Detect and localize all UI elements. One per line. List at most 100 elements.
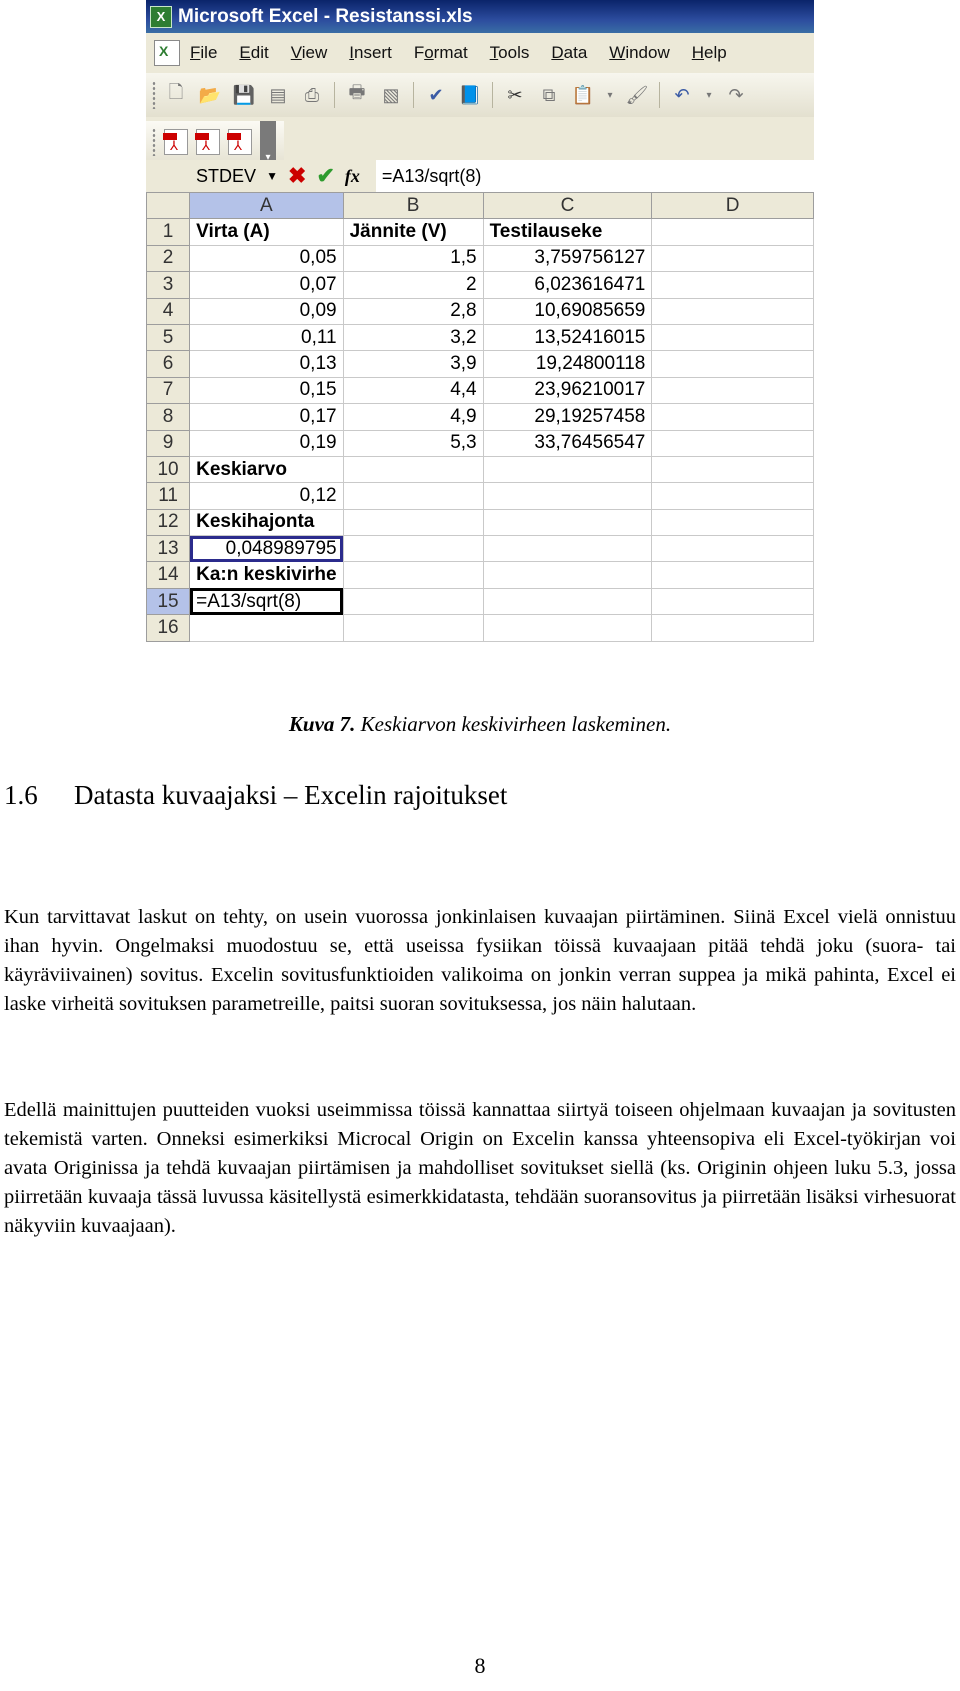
cell-a8[interactable]: 0,17	[189, 403, 344, 431]
menu-format[interactable]: Format	[414, 43, 468, 63]
cell-a1[interactable]: Virta (A)	[189, 218, 344, 246]
cell-d12[interactable]	[651, 508, 814, 537]
format-painter-icon[interactable]: 🖌	[625, 83, 649, 107]
cell-d5[interactable]	[651, 323, 814, 352]
row-header[interactable]: 11	[146, 482, 191, 510]
cell-c16[interactable]	[482, 614, 653, 642]
cell-d15[interactable]	[651, 587, 814, 616]
menu-insert[interactable]: Insert	[349, 43, 392, 63]
cell-d7[interactable]	[651, 376, 814, 405]
undo-dropdown-icon[interactable]: ▾	[704, 83, 714, 107]
cut-icon[interactable]: ✂	[503, 83, 527, 107]
cell-d2[interactable]	[651, 244, 814, 273]
toolbar-options-icon[interactable]: ▾	[260, 121, 276, 163]
pdf-convert-icon[interactable]	[163, 129, 188, 155]
row-header[interactable]: 8	[146, 403, 191, 431]
cell-a2[interactable]: 0,05	[189, 244, 344, 273]
row-header[interactable]: 15	[146, 587, 191, 616]
cell-a11[interactable]: 0,12	[189, 482, 344, 510]
cell-a4[interactable]: 0,09	[189, 297, 344, 325]
row-header[interactable]: 14	[146, 561, 191, 589]
cell-c9[interactable]: 33,76456547	[482, 429, 653, 457]
cell-c12[interactable]	[482, 508, 653, 537]
cell-b16[interactable]	[342, 614, 484, 642]
column-header-d[interactable]: D	[651, 191, 814, 220]
cell-a14[interactable]: Ka:n keskivirhe	[189, 561, 344, 589]
menu-data[interactable]: Data	[551, 43, 587, 63]
cell-b3[interactable]: 2	[342, 271, 484, 299]
row-header[interactable]: 5	[146, 323, 191, 352]
cell-a5[interactable]: 0,11	[189, 323, 344, 352]
chevron-down-icon[interactable]: ▼	[266, 169, 278, 183]
cell-a9[interactable]: 0,19	[189, 429, 344, 457]
formula-input[interactable]: =A13/sqrt(8)	[375, 160, 814, 192]
cell-c8[interactable]: 29,19257458	[482, 403, 653, 431]
cell-c2[interactable]: 3,759756127	[482, 244, 653, 273]
cell-c6[interactable]: 19,24800118	[482, 350, 653, 378]
redo-icon[interactable]: ↷	[724, 83, 748, 107]
cell-c15[interactable]	[482, 587, 653, 616]
insert-function-icon[interactable]: fx	[345, 166, 360, 187]
cell-d6[interactable]	[651, 350, 814, 378]
toolbar-grip[interactable]	[152, 81, 156, 109]
open-icon[interactable]: 📂	[198, 83, 222, 107]
paste-icon[interactable]: 📋	[571, 83, 595, 107]
cell-a7[interactable]: 0,15	[189, 376, 344, 405]
cell-d9[interactable]	[651, 429, 814, 457]
column-header-c[interactable]: C	[482, 191, 653, 220]
cell-c10[interactable]	[482, 455, 653, 484]
cell-b10[interactable]	[342, 455, 484, 484]
cell-b1[interactable]: Jännite (V)	[342, 218, 484, 246]
name-box[interactable]: STDEV ▼	[146, 160, 288, 192]
cell-a13-referenced[interactable]: 0,048989795	[189, 535, 344, 563]
pdf-convert-review-icon[interactable]	[227, 129, 252, 155]
menu-file[interactable]: File	[190, 43, 217, 63]
cell-b2[interactable]: 1,5	[342, 244, 484, 273]
row-header[interactable]: 7	[146, 376, 191, 405]
pdf-convert-email-icon[interactable]	[195, 129, 220, 155]
save-icon[interactable]: 💾	[232, 83, 256, 107]
cell-b15[interactable]	[342, 587, 484, 616]
copy-icon[interactable]: ⧉	[537, 83, 561, 107]
cell-b13[interactable]	[342, 535, 484, 563]
menu-view[interactable]: View	[291, 43, 328, 63]
cell-a10[interactable]: Keskiarvo	[189, 455, 344, 484]
cell-d16[interactable]	[651, 614, 814, 642]
cell-b9[interactable]: 5,3	[342, 429, 484, 457]
cell-d3[interactable]	[651, 271, 814, 299]
undo-icon[interactable]: ↶	[670, 83, 694, 107]
row-header[interactable]: 6	[146, 350, 191, 378]
cell-b4[interactable]: 2,8	[342, 297, 484, 325]
research-book-icon[interactable]: 📘	[458, 83, 482, 107]
menu-help[interactable]: Help	[692, 43, 727, 63]
cell-a3[interactable]: 0,07	[189, 271, 344, 299]
cell-c5[interactable]: 13,52416015	[482, 323, 653, 352]
enter-check-icon[interactable]: ✔	[316, 163, 334, 189]
row-header[interactable]: 4	[146, 297, 191, 325]
paste-dropdown-icon[interactable]: ▾	[605, 83, 615, 107]
cell-b5[interactable]: 3,2	[342, 323, 484, 352]
row-header[interactable]: 13	[146, 535, 191, 563]
cell-a6[interactable]: 0,13	[189, 350, 344, 378]
cell-d8[interactable]	[651, 403, 814, 431]
cell-a16[interactable]	[189, 614, 344, 642]
cell-d11[interactable]	[651, 482, 814, 510]
cell-b7[interactable]: 4,4	[342, 376, 484, 405]
cell-b12[interactable]	[342, 508, 484, 537]
cell-d13[interactable]	[651, 535, 814, 563]
row-header[interactable]: 10	[146, 455, 191, 484]
row-header[interactable]: 12	[146, 508, 191, 537]
cell-c13[interactable]	[482, 535, 653, 563]
cell-b14[interactable]	[342, 561, 484, 589]
cell-c3[interactable]: 6,023616471	[482, 271, 653, 299]
cell-c4[interactable]: 10,69085659	[482, 297, 653, 325]
column-header-a[interactable]: A	[189, 191, 344, 220]
row-header[interactable]: 16	[146, 614, 191, 642]
research-icon[interactable]: ▧	[379, 83, 403, 107]
cell-c7[interactable]: 23,96210017	[482, 376, 653, 405]
cancel-icon[interactable]: ✖	[288, 163, 306, 189]
cell-d10[interactable]	[651, 455, 814, 484]
spelling-icon[interactable]: ✔	[424, 83, 448, 107]
cell-b8[interactable]: 4,9	[342, 403, 484, 431]
cell-b11[interactable]	[342, 482, 484, 510]
